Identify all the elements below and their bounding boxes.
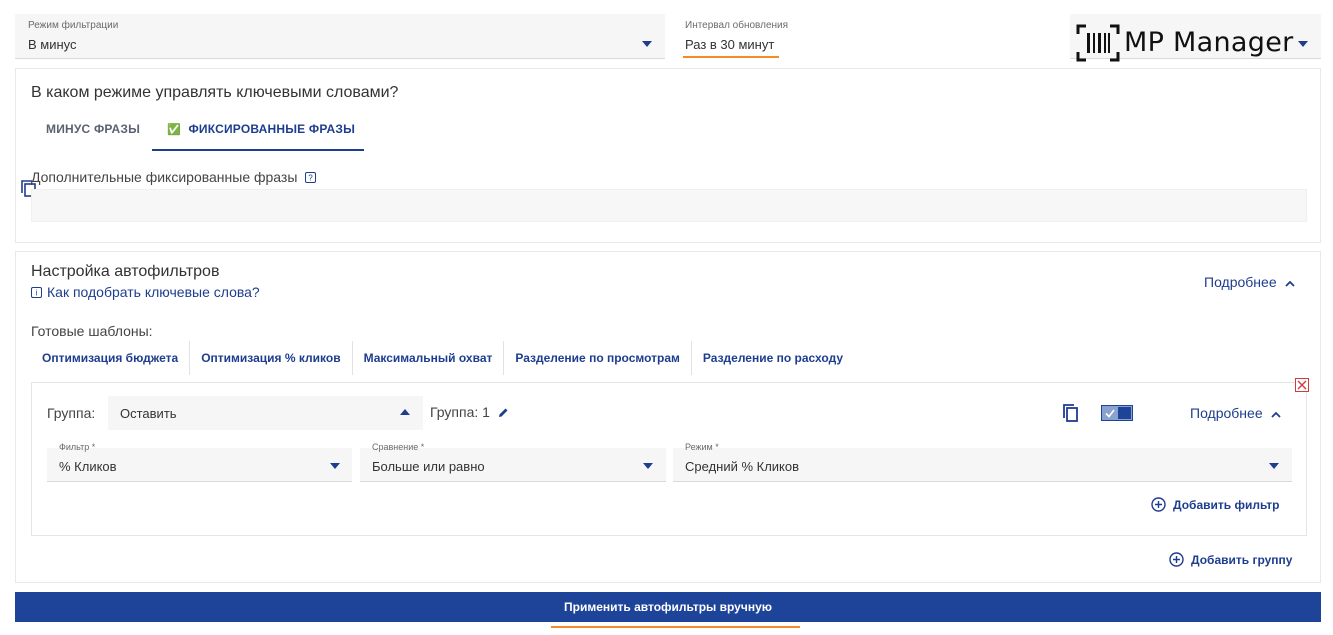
mode-label: Режим *	[685, 442, 719, 452]
plus-circle-icon	[1151, 497, 1166, 512]
pencil-icon[interactable]	[498, 407, 509, 418]
delete-group-icon[interactable]	[1295, 378, 1309, 392]
mode-value: Средний % Кликов	[685, 459, 800, 474]
apply-button-underline	[551, 626, 800, 628]
template-reach-button[interactable]: Максимальный охват	[353, 341, 505, 375]
add-filter-label: Добавить фильтр	[1173, 497, 1280, 512]
update-interval-value: Раз в 30 минут	[685, 37, 775, 52]
group-details-toggle[interactable]: Подробнее	[1190, 405, 1281, 421]
group-name-text: Группа: 1	[430, 404, 490, 420]
template-budget-button[interactable]: Оптимизация бюджета	[31, 341, 191, 375]
brand-name: MP Manager	[1124, 27, 1294, 58]
apply-autofilters-label: Применить автофильтры вручную	[563, 600, 772, 614]
check-icon: ✅	[167, 124, 181, 136]
help-keywords-text: Как подобрать ключевые слова?	[47, 284, 260, 300]
comparison-select[interactable]: Сравнение * Больше или равно	[360, 442, 666, 482]
tab-active-indicator	[152, 149, 364, 151]
plus-circle-icon	[1169, 552, 1184, 567]
group-action-value: Оставить	[120, 406, 177, 421]
filter-group-card: Группа: Оставить Группа: 1 Подробнее Фил…	[31, 382, 1307, 536]
group-name[interactable]: Группа: 1	[430, 404, 509, 420]
toggle-knob	[1118, 407, 1131, 419]
chevron-down-icon	[1298, 41, 1308, 47]
update-interval-label: Интервал обновления	[685, 20, 789, 31]
update-interval-select[interactable]: Интервал обновления Раз в 30 минут	[673, 14, 853, 59]
copy-group-icon[interactable]	[1063, 404, 1079, 422]
autofilter-title: Настройка автофильтров	[31, 263, 220, 280]
chevron-up-icon	[1270, 411, 1281, 418]
extra-phrases-label: Дополнительные фиксированные фразы ?	[31, 169, 317, 185]
filter-mode-value: В минус	[28, 37, 77, 52]
extra-phrases-text: Дополнительные фиксированные фразы	[31, 169, 298, 185]
autofilter-card: Настройка автофильтров i Как подобрать к…	[15, 251, 1321, 583]
tab-minus-phrases[interactable]: МИНУС ФРАЗЫ	[46, 122, 140, 136]
tab-fixed-phrases[interactable]: ✅ ФИКСИРОВАННЫЕ ФРАЗЫ	[167, 122, 355, 136]
check-icon	[1105, 409, 1115, 418]
group-action-select[interactable]: Оставить	[108, 396, 423, 430]
tab-label: ФИКСИРОВАННЫЕ ФРАЗЫ	[188, 122, 356, 136]
details-toggle[interactable]: Подробнее	[1204, 274, 1295, 290]
barcode-icon	[1076, 24, 1120, 62]
filter-mode-select[interactable]: Режим фильтрации В минус	[15, 14, 665, 59]
chevron-down-icon	[1269, 463, 1279, 469]
templates-bar: Оптимизация бюджета Оптимизация % кликов…	[31, 341, 854, 375]
svg-text:i: i	[36, 289, 38, 298]
update-interval-underline	[683, 56, 779, 58]
chevron-down-icon	[642, 41, 652, 47]
keywords-mode-title: В каком режиме управлять ключевыми слова…	[31, 84, 399, 101]
chevron-down-icon	[643, 463, 653, 469]
keywords-mode-card: В каком режиме управлять ключевыми слова…	[15, 68, 1321, 243]
template-clicks-button[interactable]: Оптимизация % кликов	[190, 341, 353, 375]
apply-autofilters-button[interactable]: Применить автофильтры вручную	[15, 592, 1321, 622]
tab-label: МИНУС ФРАЗЫ	[46, 122, 141, 136]
chevron-up-icon	[1284, 280, 1295, 287]
group-enabled-toggle[interactable]	[1101, 405, 1133, 421]
chevron-up-icon	[400, 409, 410, 415]
help-icon[interactable]: ?	[305, 172, 317, 183]
template-views-button[interactable]: Разделение по просмотрам	[504, 341, 692, 375]
add-group-button[interactable]: Добавить группу	[1169, 552, 1292, 567]
group-label: Группа:	[47, 405, 96, 421]
extra-phrases-input[interactable]	[31, 189, 1307, 222]
filter-label: Фильтр *	[59, 442, 96, 452]
template-spend-button[interactable]: Разделение по расходу	[692, 341, 854, 375]
filter-mode-label: Режим фильтрации	[28, 20, 119, 31]
add-filter-button[interactable]: Добавить фильтр	[1151, 497, 1279, 512]
help-keywords-link[interactable]: i Как подобрать ключевые слова?	[31, 284, 260, 300]
filter-select[interactable]: Фильтр * % Кликов	[47, 442, 352, 482]
comparison-value: Больше или равно	[372, 459, 485, 474]
add-group-label: Добавить группу	[1191, 552, 1293, 567]
svg-text:?: ?	[309, 174, 314, 183]
comparison-label: Сравнение *	[372, 442, 425, 452]
chevron-down-icon	[330, 463, 340, 469]
details-label: Подробнее	[1204, 274, 1277, 290]
group-details-label: Подробнее	[1190, 405, 1263, 421]
brand-logo[interactable]: MP Manager	[1076, 24, 1316, 64]
templates-label: Готовые шаблоны:	[31, 323, 153, 339]
info-icon: i	[31, 287, 42, 298]
filter-value: % Кликов	[59, 459, 117, 474]
mode-select[interactable]: Режим * Средний % Кликов	[673, 442, 1292, 482]
